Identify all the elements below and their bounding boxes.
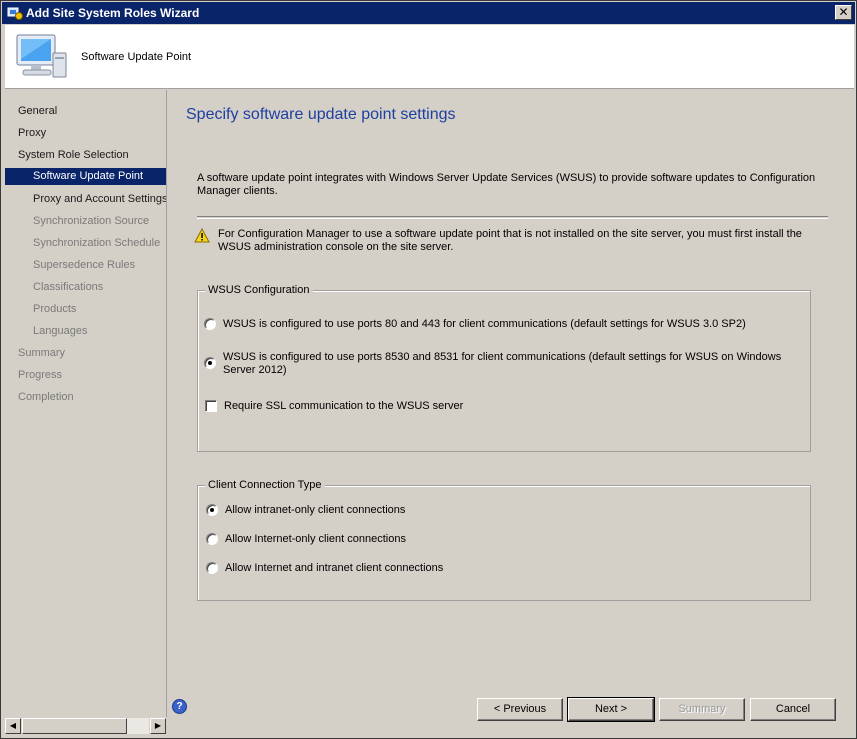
header-title: Software Update Point — [81, 51, 192, 63]
client-connection-type-group: Client Connection Type Allow intranet-on… — [197, 479, 811, 601]
warning-icon — [194, 228, 210, 243]
warning-text: For Configuration Manager to use a softw… — [218, 228, 802, 253]
intro-text: A software update point integrates with … — [197, 172, 816, 197]
close-icon: ✕ — [838, 5, 849, 19]
wizard-app-icon — [7, 7, 23, 20]
intranet-only-label[interactable]: Allow intranet-only client connections — [225, 504, 725, 517]
title-bar[interactable]: Add Site System Roles Wizard ✕ — [2, 2, 855, 24]
require-ssl-checkbox[interactable] — [205, 400, 217, 412]
nav-item-synchronization-source: Synchronization Source — [33, 215, 150, 227]
scroll-right-button[interactable]: ▶ — [150, 718, 166, 734]
require-ssl-label[interactable]: Require SSL communication to the WSUS se… — [224, 400, 724, 413]
nav-item-summary: Summary — [18, 347, 66, 359]
wsus-ports-8530-8531-radio[interactable] — [204, 357, 216, 369]
wizard-nav: General Proxy System Role Selection Soft… — [5, 90, 167, 717]
wizard-content: Specify software update point settings A… — [168, 90, 854, 717]
nav-item-products: Products — [33, 303, 77, 315]
internet-only-label[interactable]: Allow Internet-only client connections — [225, 533, 725, 546]
nav-item-classifications: Classifications — [33, 281, 104, 293]
summary-button: Summary — [659, 698, 745, 721]
wizard-button-bar: ? < Previous Next > Summary Cancel — [168, 691, 854, 722]
internet-only-radio[interactable] — [206, 533, 218, 545]
intranet-only-radio[interactable] — [206, 504, 218, 516]
nav-item-supersedence-rules: Supersedence Rules — [33, 259, 136, 271]
wizard-window: Add Site System Roles Wizard ✕ Software … — [0, 0, 857, 739]
nav-item-software-update-point[interactable]: Software Update Point — [5, 168, 166, 185]
nav-item-system-role-selection[interactable]: System Role Selection — [5, 147, 166, 163]
client-connection-type-legend: Client Connection Type — [205, 479, 325, 492]
wsus-ports-8530-8531-label[interactable]: WSUS is configured to use ports 8530 and… — [223, 351, 783, 377]
internet-and-intranet-radio[interactable] — [206, 562, 218, 574]
page-heading: Specify software update point settings — [186, 106, 456, 123]
internet-and-intranet-label[interactable]: Allow Internet and intranet client conne… — [225, 562, 725, 575]
scroll-thumb[interactable] — [22, 718, 127, 734]
wsus-ports-80-443-radio[interactable] — [204, 318, 216, 330]
wsus-configuration-group: WSUS Configuration WSUS is configured to… — [197, 284, 811, 452]
wizard-header: Software Update Point — [5, 25, 854, 89]
help-icon[interactable]: ? — [172, 699, 187, 714]
cancel-button[interactable]: Cancel — [750, 698, 836, 721]
next-button[interactable]: Next > — [567, 697, 655, 722]
nav-item-completion: Completion — [18, 391, 74, 403]
nav-item-synchronization-schedule: Synchronization Schedule — [33, 237, 161, 249]
nav-item-proxy-account-settings[interactable]: Proxy and Account Settings — [5, 191, 166, 207]
wsus-ports-80-443-label[interactable]: WSUS is configured to use ports 80 and 4… — [223, 318, 783, 331]
nav-horizontal-scrollbar[interactable]: ◀ ▶ — [5, 717, 167, 735]
wsus-configuration-legend: WSUS Configuration — [205, 284, 313, 297]
window-title: Add Site System Roles Wizard — [26, 6, 200, 20]
previous-button[interactable]: < Previous — [477, 698, 563, 721]
section-divider — [197, 216, 828, 219]
nav-item-progress: Progress — [18, 369, 63, 381]
scroll-left-button[interactable]: ◀ — [5, 718, 21, 734]
nav-item-proxy[interactable]: Proxy — [5, 125, 166, 141]
scroll-right-icon: ▶ — [154, 721, 162, 730]
nav-item-languages: Languages — [33, 325, 88, 337]
close-button[interactable]: ✕ — [835, 5, 852, 20]
computer-monitor-icon — [16, 34, 67, 78]
scroll-left-icon: ◀ — [9, 721, 17, 730]
nav-item-general[interactable]: General — [5, 103, 166, 119]
